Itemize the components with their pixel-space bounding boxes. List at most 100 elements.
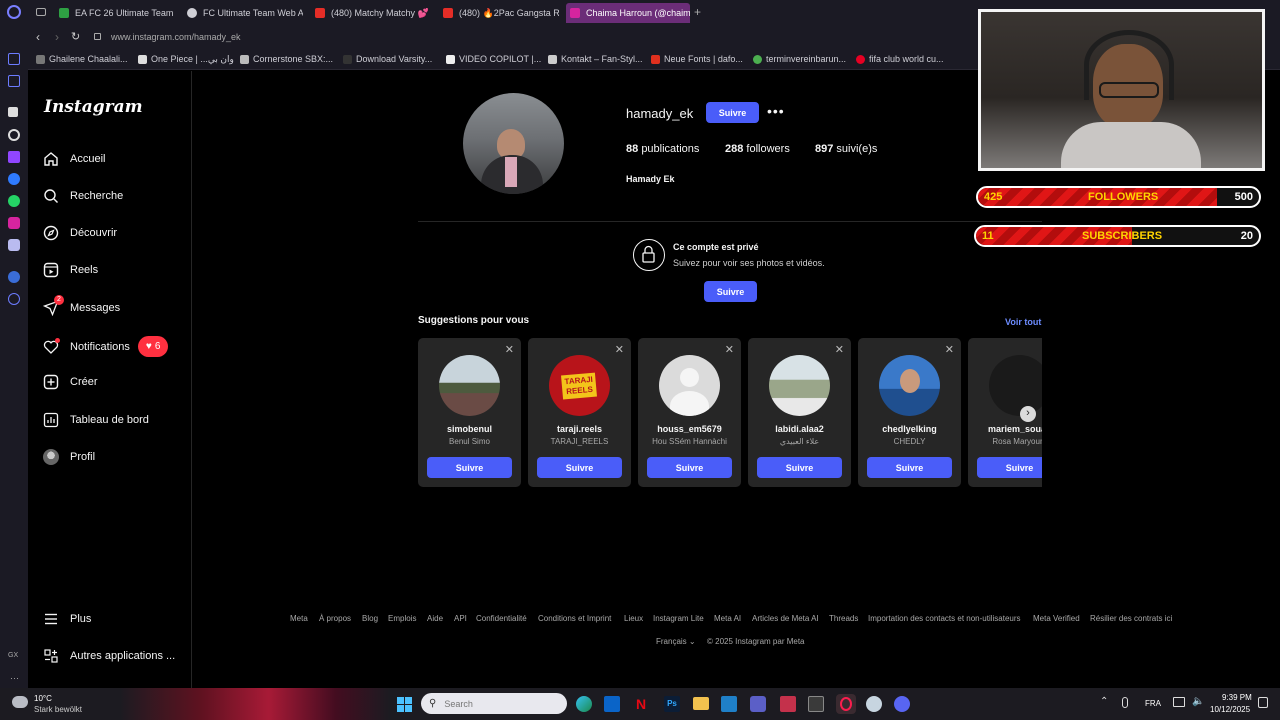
nav-item-notifications[interactable]: Notifications ♥ 6 <box>42 336 169 357</box>
footer-link[interactable]: Emplois <box>388 614 416 623</box>
footer-link[interactable]: Conditions et Imprint <box>538 614 611 623</box>
bookmark-item[interactable]: Cornerstone SBX:... <box>240 54 333 64</box>
suggestion-username[interactable]: chedlyelking <box>858 424 961 434</box>
opera-logo-icon[interactable] <box>7 5 21 19</box>
nav-item-profil[interactable]: Profil <box>42 448 95 466</box>
suggestion-username[interactable]: labidi.alaa2 <box>748 424 851 434</box>
pinboard-icon[interactable] <box>8 75 20 87</box>
suggestion-avatar[interactable]: TARAJI REELS <box>549 355 610 416</box>
footer-link[interactable]: Meta Verified <box>1033 614 1080 623</box>
footer-link[interactable]: Instagram Lite <box>653 614 704 623</box>
footer-link[interactable]: Blog <box>362 614 378 623</box>
suggestion-avatar[interactable] <box>879 355 940 416</box>
bookmark-item[interactable]: VIDEO COPILOT |... <box>446 54 541 64</box>
bookmark-item[interactable]: Neue Fonts | dafo... <box>651 54 743 64</box>
network-icon[interactable] <box>1173 697 1185 707</box>
nav-item-messages[interactable]: 2 Messages <box>42 295 120 317</box>
nav-item-accueil[interactable]: Accueil <box>42 150 105 168</box>
spotify-icon[interactable] <box>8 271 20 283</box>
microphone-icon[interactable] <box>1122 697 1128 708</box>
new-tab-button[interactable]: + <box>694 5 701 19</box>
bookmark-item[interactable]: fifa club world cu... <box>856 54 944 64</box>
clock-date[interactable]: 10/12/2025 <box>1210 705 1250 714</box>
carousel-next-button[interactable]: › <box>1020 406 1036 422</box>
instagram-icon[interactable] <box>8 217 20 229</box>
suggestion-follow-button[interactable]: Suivre <box>977 457 1042 478</box>
private-follow-button[interactable]: Suivre <box>704 281 757 302</box>
store-icon[interactable] <box>808 696 824 712</box>
history-icon[interactable] <box>8 293 20 305</box>
suggestion-follow-button[interactable]: Suivre <box>867 457 952 478</box>
footer-link[interactable]: Meta AI <box>714 614 741 623</box>
suggestion-avatar[interactable] <box>989 355 1042 416</box>
more-options-icon[interactable]: ••• <box>767 103 785 119</box>
taskbar-search-input[interactable]: ⚲ Search <box>421 693 567 714</box>
whatsapp-icon[interactable] <box>8 195 20 207</box>
opera-gx-icon[interactable] <box>836 694 856 714</box>
more-dots-icon[interactable]: ··· <box>10 673 19 683</box>
outlook-icon[interactable] <box>604 696 620 712</box>
nav-item-reels[interactable]: Reels <box>42 261 98 279</box>
language-selector[interactable]: Français ⌄ <box>656 637 696 646</box>
following-count[interactable]: 897 suivi(e)s <box>815 143 877 155</box>
chatgpt-icon[interactable] <box>8 129 20 141</box>
back-icon[interactable]: ‹ <box>36 30 40 44</box>
profile-avatar[interactable] <box>463 93 564 194</box>
netflix-icon[interactable]: N <box>636 696 646 712</box>
gx-icon[interactable]: GX <box>8 652 18 659</box>
dismiss-icon[interactable]: ✕ <box>835 343 844 356</box>
photoshop-icon[interactable]: Ps <box>664 696 680 712</box>
vscode-icon[interactable] <box>721 696 737 712</box>
browser-tab[interactable]: (480) Matchy Matchy 💕 <box>311 3 431 23</box>
browser-tab[interactable]: (480) 🔥2Pac Gangsta R <box>439 3 559 23</box>
nav-item-plus[interactable]: Plus <box>42 610 91 628</box>
dismiss-icon[interactable]: ✕ <box>725 343 734 356</box>
aria-icon[interactable] <box>8 107 18 117</box>
suggestion-follow-button[interactable]: Suivre <box>757 457 842 478</box>
suggestion-username[interactable]: mariem_souay <box>968 424 1042 434</box>
dismiss-icon[interactable]: ✕ <box>945 343 954 356</box>
bookmark-item[interactable]: terminvereinbarun... <box>753 54 846 64</box>
nav-item-creer[interactable]: Créer <box>42 373 98 391</box>
suggestion-username[interactable]: simobenul <box>418 424 521 434</box>
reload-icon[interactable]: ↻ <box>71 30 80 43</box>
twitch-icon[interactable] <box>8 151 20 163</box>
clock-time[interactable]: 9:39 PM <box>1222 693 1252 702</box>
bookmark-item[interactable]: Download Varsity... <box>343 54 432 64</box>
footer-link[interactable]: Confidentialité <box>476 614 527 623</box>
footer-link[interactable]: Lieux <box>624 614 643 623</box>
notifications-bubble[interactable]: ♥ 6 <box>137 336 169 357</box>
weather-icon[interactable] <box>12 696 28 708</box>
default-avatar-icon[interactable] <box>659 355 720 416</box>
language-indicator[interactable]: FRA <box>1145 699 1161 708</box>
dismiss-icon[interactable]: ✕ <box>615 343 624 356</box>
suggestion-follow-button[interactable]: Suivre <box>537 457 622 478</box>
tab-menu-icon[interactable] <box>36 8 46 16</box>
footer-link[interactable]: Résilier des contrats ici <box>1090 614 1172 623</box>
followers-count[interactable]: 288 followers <box>725 143 790 155</box>
messenger-icon[interactable] <box>8 173 20 185</box>
bookmark-item[interactable]: Kontakt – Fan-Styl... <box>548 54 643 64</box>
posts-count[interactable]: 88 publications <box>626 143 699 155</box>
steam-icon[interactable] <box>866 696 882 712</box>
nav-item-recherche[interactable]: Recherche <box>42 187 123 205</box>
tray-chevron-icon[interactable]: ⌃ <box>1100 696 1108 707</box>
file-explorer-icon[interactable] <box>693 697 709 710</box>
dismiss-icon[interactable]: ✕ <box>505 343 514 356</box>
teams-icon[interactable] <box>750 696 766 712</box>
home-sidebar-icon[interactable] <box>8 53 20 65</box>
instagram-logo[interactable]: Instagram <box>44 97 143 117</box>
see-all-link[interactable]: Voir tout <box>1005 317 1041 327</box>
suggestion-username[interactable]: taraji.reels <box>528 424 631 434</box>
suggestion-avatar[interactable] <box>439 355 500 416</box>
forward-icon[interactable]: › <box>55 30 59 44</box>
discord-icon[interactable] <box>8 239 20 251</box>
bookmark-item[interactable]: One Piece | ...وان بي <box>138 54 234 65</box>
bookmark-item[interactable]: Ghailene Chaalali... <box>36 54 128 64</box>
discord-taskbar-icon[interactable] <box>894 696 910 712</box>
nav-item-tableau-de-bord[interactable]: Tableau de bord <box>42 411 149 429</box>
footer-link[interactable]: Meta <box>290 614 308 623</box>
browser-tab[interactable]: FC Ultimate Team Web Ap <box>183 3 303 23</box>
suggestion-follow-button[interactable]: Suivre <box>427 457 512 478</box>
footer-link[interactable]: Importation des contacts et non-utilisat… <box>868 614 1021 623</box>
